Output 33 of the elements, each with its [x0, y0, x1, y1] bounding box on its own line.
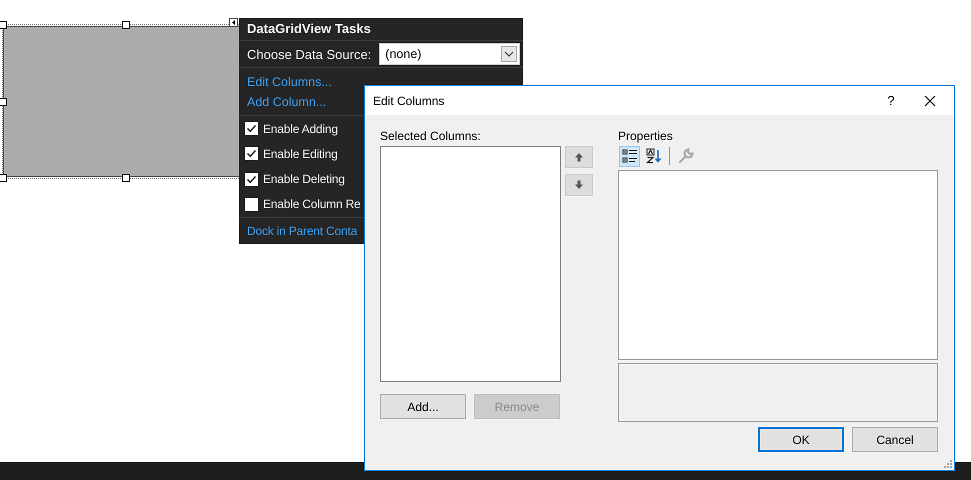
dialog-button[interactable]: Cancel [852, 427, 938, 452]
checkbox[interactable] [245, 147, 258, 160]
option-label: Enable Deleting [263, 172, 345, 186]
task-link[interactable]: Edit Columns... [247, 74, 332, 88]
data-source-label: Choose Data Source: [247, 46, 372, 62]
option-label: Enable Adding [263, 122, 338, 136]
checkbox[interactable] [245, 122, 258, 136]
arrow-down-icon [574, 180, 584, 190]
resize-handle[interactable] [122, 174, 130, 182]
task-link[interactable]: Add Column... [247, 94, 326, 108]
data-source-dropdown[interactable]: (none) [379, 43, 520, 65]
categorized-view-button[interactable] [619, 146, 640, 166]
panel-title: DataGridView Tasks [246, 20, 372, 38]
selected-columns-label: Selected Columns: [380, 129, 482, 145]
option-label: Enable Editing [263, 146, 338, 161]
resize-grip-icon [944, 460, 952, 468]
dialog-button[interactable]: OK [758, 427, 844, 452]
resize-handle[interactable] [0, 21, 7, 29]
arrow-up-icon [574, 152, 584, 162]
resize-handle[interactable] [122, 21, 130, 29]
properties-label: Properties [618, 129, 674, 145]
list-button[interactable]: Add... [380, 394, 466, 419]
smart-tag-icon[interactable] [229, 18, 238, 27]
move-button[interactable] [565, 174, 593, 196]
resize-handle[interactable] [0, 174, 7, 182]
move-button[interactable] [565, 146, 593, 168]
checkbox[interactable] [245, 172, 258, 186]
resize-handle[interactable] [0, 98, 7, 106]
dialog-title: Edit Columns [373, 94, 446, 108]
option-label: Enable Column Re [263, 197, 361, 212]
checkbox[interactable] [245, 198, 258, 211]
help-button[interactable]: ? [868, 93, 914, 108]
close-icon[interactable] [924, 94, 936, 106]
